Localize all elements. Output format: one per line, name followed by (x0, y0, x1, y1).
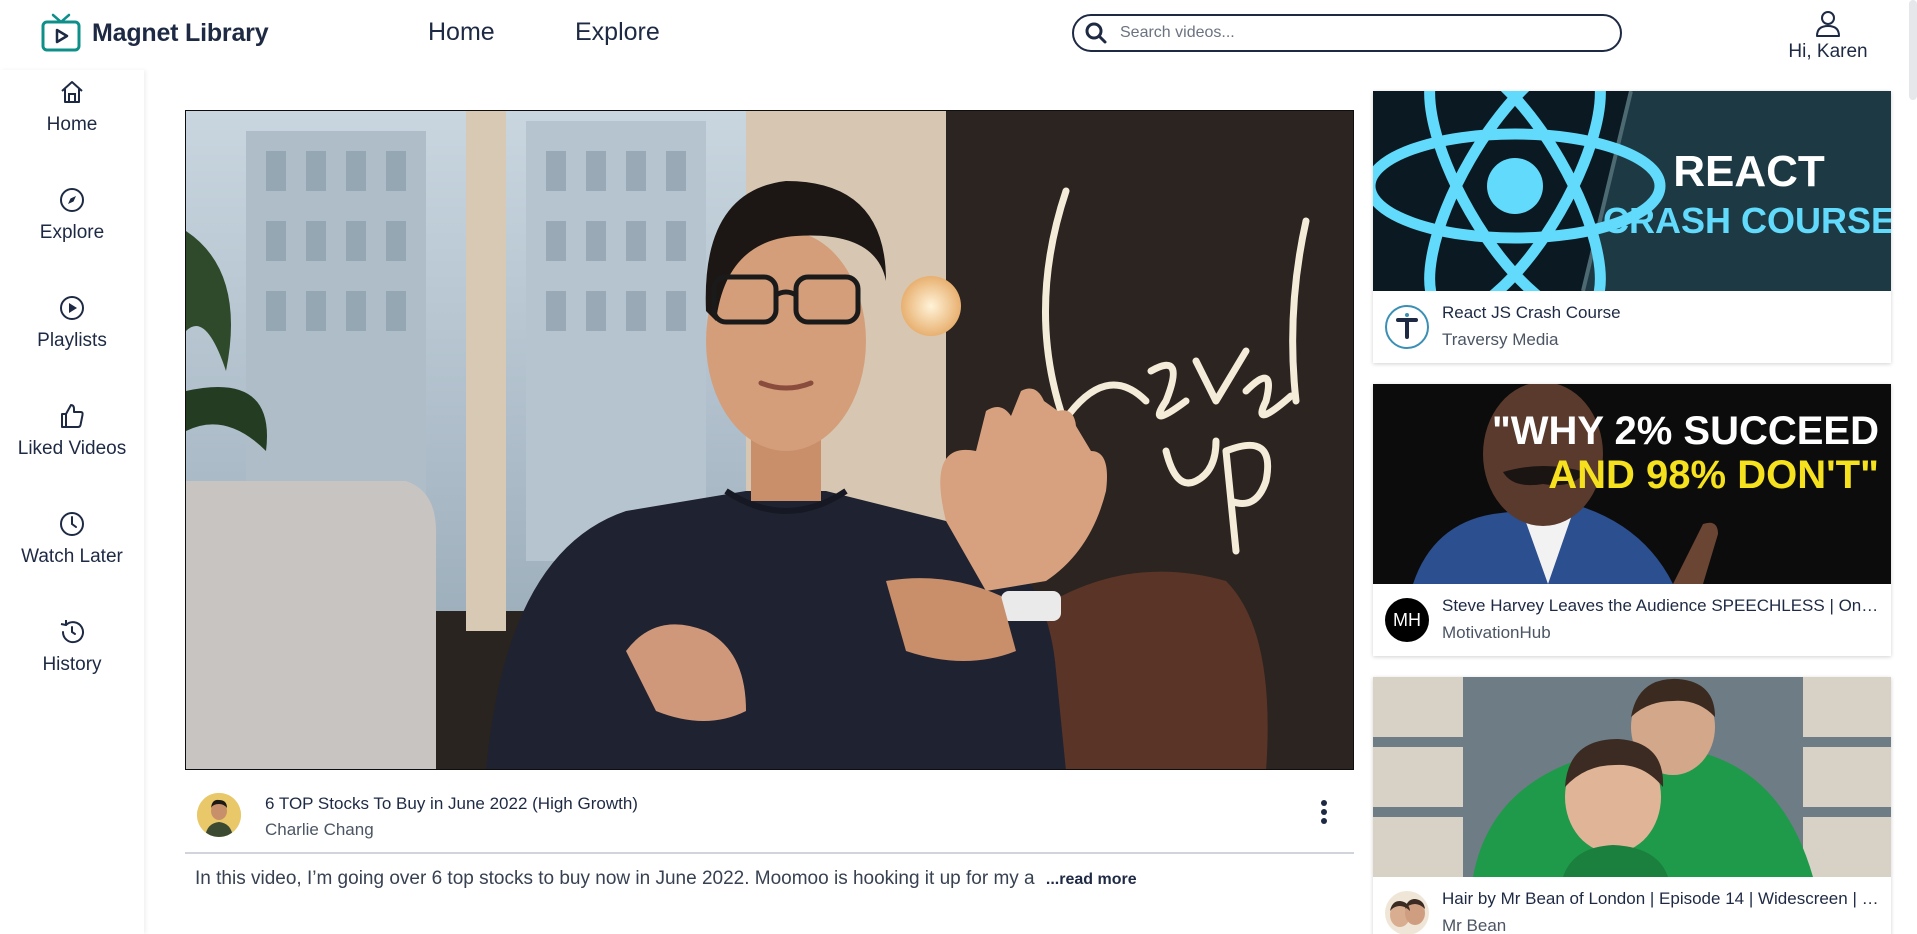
channel-avatar-image (197, 793, 241, 837)
search-bar (1072, 14, 1622, 52)
sidebar-item-label: Playlists (37, 330, 107, 351)
scrollbar-thumb[interactable] (1909, 0, 1917, 100)
more-options-icon[interactable] (1316, 798, 1332, 826)
card-title: React JS Crash Course (1442, 303, 1621, 322)
sidebar-item-label: Watch Later (21, 546, 123, 567)
suggested-video-card[interactable]: REACT CRASH COURSE React JS Crash Course… (1373, 91, 1891, 363)
card-meta: MH Steve Harvey Leaves the Audience SPEE… (1373, 584, 1891, 656)
card-title: Steve Harvey Leaves the Audience SPEECHL… (1442, 596, 1882, 615)
nav-explore-link[interactable]: Explore (575, 18, 660, 47)
thumbs-up-icon (61, 404, 84, 428)
brand-name: Magnet Library (92, 18, 269, 47)
nav-home-link[interactable]: Home (428, 18, 495, 47)
video-description: In this video, I’m going over 6 top stoc… (195, 868, 1137, 890)
card-meta: React JS Crash Course Traversy Media (1373, 291, 1891, 363)
top-navbar: Magnet Library Home Explore Hi, Karen (0, 0, 1917, 70)
clock-icon (60, 512, 84, 536)
sidebar-item-playlists[interactable]: Playlists (0, 294, 144, 352)
avatar-initials: MH (1393, 609, 1421, 630)
sidebar-item-home[interactable]: Home (0, 78, 144, 136)
sidebar-item-liked-videos[interactable]: Liked Videos (0, 402, 144, 460)
user-menu[interactable]: Hi, Karen (1780, 6, 1876, 63)
search-icon[interactable] (1084, 21, 1108, 45)
video-frame-image (186, 111, 1353, 769)
channel-avatar[interactable] (1385, 891, 1429, 934)
channel-avatar[interactable] (197, 793, 241, 837)
play-circle-icon (60, 296, 84, 320)
video-channel-name[interactable]: Charlie Chang (265, 820, 374, 840)
user-icon (1816, 11, 1840, 37)
sidebar-item-label: History (42, 654, 102, 675)
video-thumbnail: REACT CRASH COURSE (1373, 91, 1891, 291)
sidebar-item-label: Liked Videos (17, 438, 127, 459)
channel-avatar[interactable] (1385, 305, 1429, 349)
tv-play-logo-icon (41, 13, 81, 52)
thumbnail-text: "WHY 2% SUCCEED (1492, 409, 1879, 453)
video-thumbnail (1373, 677, 1891, 877)
sidebar-item-label: Home (46, 114, 98, 135)
search-input[interactable] (1120, 24, 1600, 42)
sidebar-item-watch-later[interactable]: Watch Later (0, 510, 144, 568)
card-channel: Traversy Media (1442, 330, 1559, 349)
history-icon (60, 620, 84, 644)
thumbnail-text: CRASH COURSE (1603, 200, 1891, 241)
sidebar: Home Explore Playlists Liked Videos Watc… (0, 70, 144, 934)
suggested-video-card[interactable]: Hair by Mr Bean of London | Episode 14 |… (1373, 677, 1891, 934)
card-channel: MotivationHub (1442, 623, 1551, 642)
read-more-link[interactable]: ...read more (1046, 871, 1137, 888)
card-title: Hair by Mr Bean of London | Episode 14 |… (1442, 889, 1882, 908)
sidebar-item-history[interactable]: History (0, 618, 144, 676)
brand-link[interactable]: Magnet Library (40, 12, 269, 54)
video-player[interactable] (185, 110, 1354, 770)
thumbnail-text: AND 98% DON'T" (1548, 453, 1879, 497)
description-text: In this video, I’m going over 6 top stoc… (195, 868, 1035, 889)
video-title: 6 TOP Stocks To Buy in June 2022 (High G… (265, 794, 638, 813)
sidebar-item-explore[interactable]: Explore (0, 186, 144, 244)
mr-bean-avatar-image (1390, 899, 1425, 927)
suggested-video-card[interactable]: "WHY 2% SUCCEED AND 98% DON'T" MH Steve … (1373, 384, 1891, 656)
video-info-bar: 6 TOP Stocks To Buy in June 2022 (High G… (185, 776, 1354, 854)
home-icon (61, 81, 83, 103)
compass-icon (60, 188, 84, 212)
thumbnail-text: REACT (1673, 147, 1825, 196)
user-greeting: Hi, Karen (1788, 41, 1868, 62)
traversy-logo-icon (1396, 313, 1418, 339)
card-meta: Hair by Mr Bean of London | Episode 14 |… (1373, 877, 1891, 934)
video-thumbnail: "WHY 2% SUCCEED AND 98% DON'T" (1373, 384, 1891, 584)
card-channel: Mr Bean (1442, 916, 1507, 934)
channel-avatar[interactable]: MH (1385, 598, 1429, 642)
sidebar-item-label: Explore (39, 222, 105, 243)
